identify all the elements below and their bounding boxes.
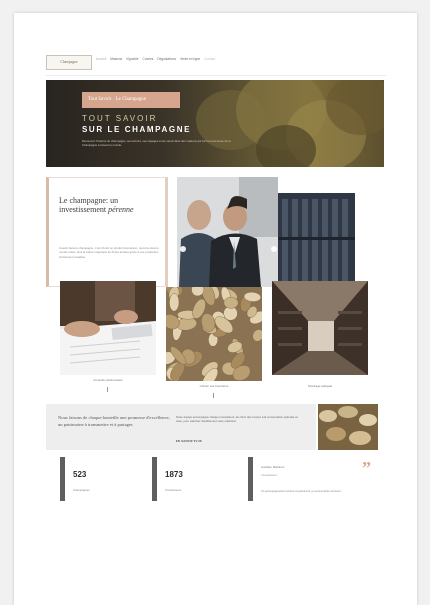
stat-bar: [60, 457, 65, 501]
main-nav: Accueil Maisons Vignoble Cuvées Dégustat…: [96, 57, 215, 61]
tile-cellar[interactable]: Stockage adéquat: [272, 281, 368, 400]
nav-item-degustations[interactable]: Dégustations: [157, 57, 176, 61]
learn-more-link[interactable]: EN SAVOIR PLUS: [176, 440, 202, 443]
intro-heading: Le champagne: un investissement pérenne: [59, 196, 159, 214]
tile-cellar-image: [272, 281, 368, 375]
hero-text: Découvrez l'histoire du champagne, ses t…: [82, 139, 231, 147]
site-logo[interactable]: Champagne: [46, 55, 92, 70]
nav-item-maisons[interactable]: Maisons: [110, 57, 122, 61]
quote-text: Nous faisons de chaque bouteille une pro…: [58, 415, 170, 427]
tile-corks[interactable]: Choisir ses bouchons: [166, 287, 262, 406]
nav-divider: [46, 75, 386, 76]
tile-cellar-caption: Stockage adéquat: [307, 384, 333, 388]
nav-item-cuvees[interactable]: Cuvées: [143, 57, 154, 61]
nav-item-vignoble[interactable]: Vignoble: [126, 57, 138, 61]
photo-men-suits[interactable]: [177, 177, 278, 287]
tile-finance[interactable]: Conseils patrimoniaux: [60, 281, 156, 400]
testimonial-text: Un accompagnement sérieux et passionné, …: [261, 490, 342, 493]
tile-finance-image: [60, 281, 156, 375]
testimonial-name: Aurélien Martinez: [261, 465, 285, 469]
tile-corks-caption: Choisir ses bouchons: [199, 384, 229, 388]
intro-card: Le champagne: un investissement pérenne …: [46, 177, 168, 287]
stat-champagnes: 523 Champagnes: [60, 457, 140, 505]
tile-finance-caption: Conseils patrimoniaux: [93, 378, 123, 382]
quote-body: Notre équipe accompagne chaque investiss…: [176, 415, 299, 423]
testimonial-role: Investisseur: [261, 473, 278, 477]
nav-item-vente[interactable]: Vente en ligne: [180, 57, 200, 61]
testimonial-bar: [248, 457, 253, 501]
hero-title-line1: TOUT SAVOIR: [82, 114, 158, 123]
stat-bar: [152, 457, 157, 501]
stat-number: 523: [73, 470, 87, 479]
tile-finance-dash: [107, 387, 108, 392]
photo-corks-small: [318, 404, 378, 450]
stat-label: Champagnes: [73, 488, 90, 492]
hero-tag: Tout Savoir · Le Champagne: [82, 92, 180, 108]
quote-strip: Nous faisons de chaque bouteille une pro…: [46, 404, 316, 450]
nav-item-home[interactable]: Accueil: [96, 57, 106, 61]
hero-title-line2: SUR LE CHAMPAGNE: [82, 125, 192, 134]
photo-bottles[interactable]: [278, 193, 355, 287]
stat-label: Investisseurs: [165, 488, 182, 492]
intro-heading-em: pérenne: [108, 205, 134, 214]
stat-investisseurs: 1873 Investisseurs: [152, 457, 232, 505]
quote-mark-icon: ”: [362, 458, 371, 478]
stat-number: 1873: [165, 470, 183, 479]
tile-corks-image: [166, 287, 262, 381]
testimonial: Aurélien Martinez Investisseur Un accomp…: [248, 457, 383, 505]
tile-corks-dash: [213, 393, 214, 398]
intro-text: Investir dans le champagne, c'est choisi…: [59, 246, 159, 259]
nav-item-contact[interactable]: Contact: [204, 57, 215, 61]
